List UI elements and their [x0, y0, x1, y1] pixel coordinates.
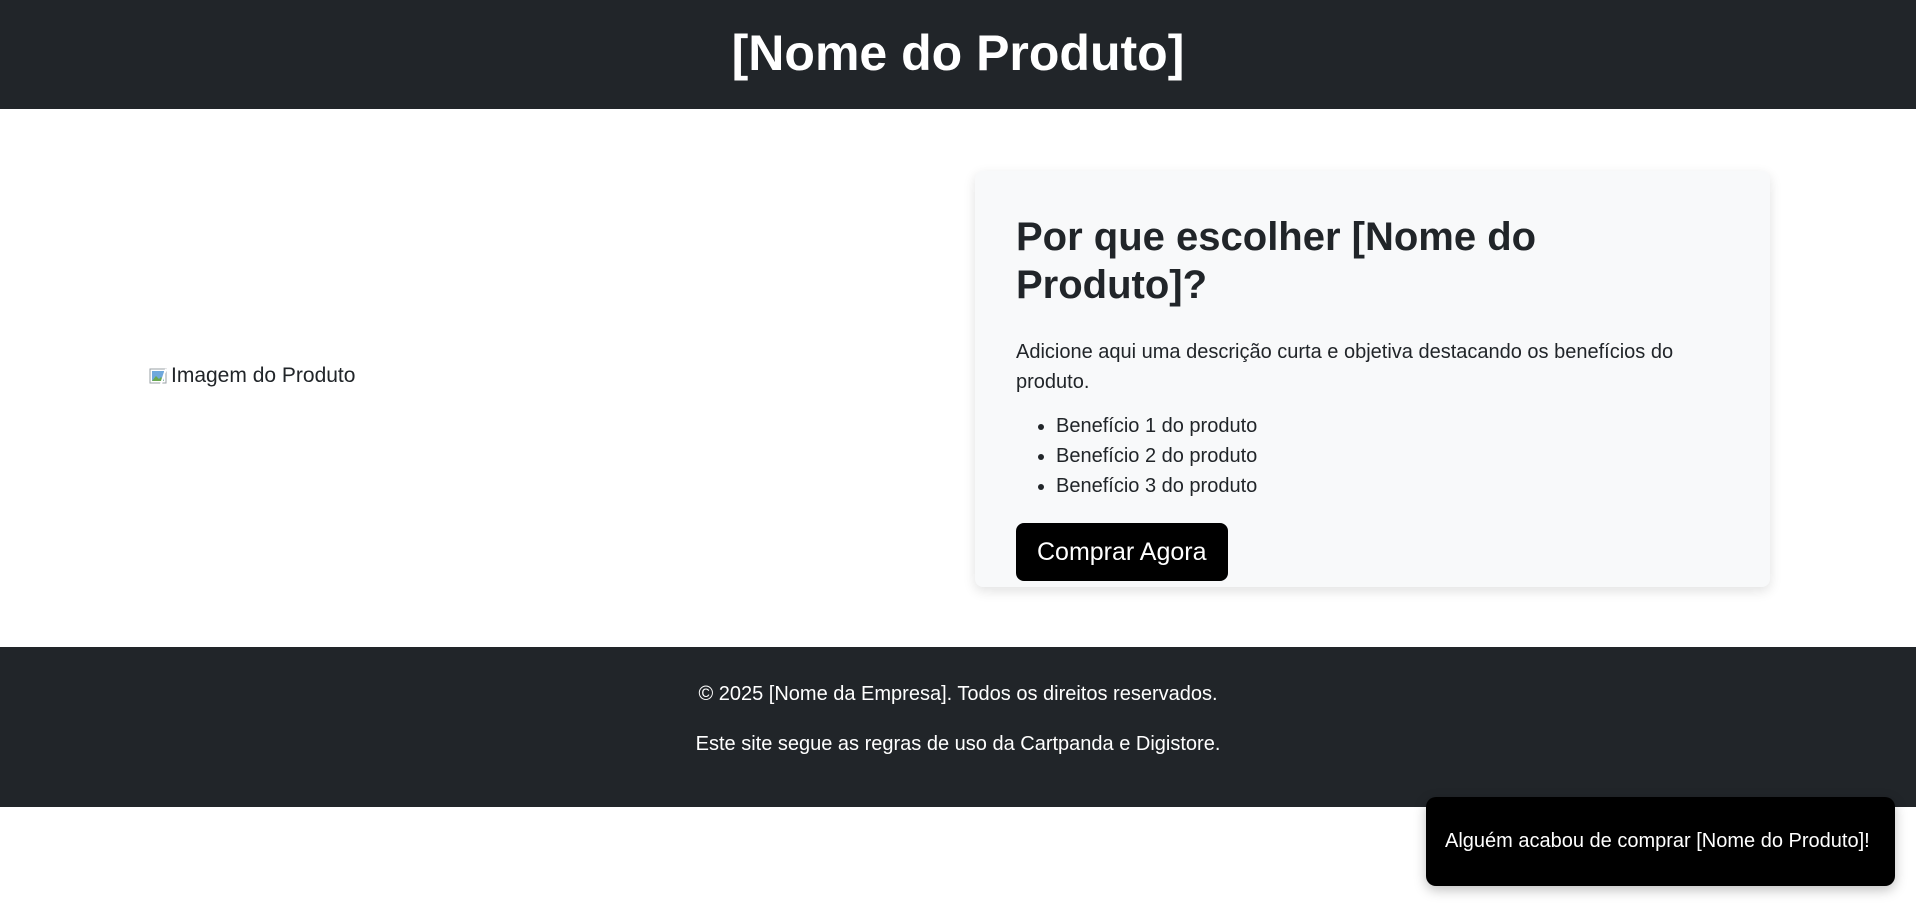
footer-copyright: © 2025 [Nome da Empresa]. Todos os direi… — [698, 683, 1218, 705]
benefits-list: Benefício 1 do produto Benefício 2 do pr… — [1016, 411, 1729, 501]
toast-message: Alguém acabou de comprar [Nome do Produt… — [1445, 830, 1870, 852]
product-info-card: Por que escolher [Nome do Produto]? Adic… — [975, 171, 1770, 587]
main-section: Imagem do Produto Por que escolher [Nome… — [0, 109, 1916, 647]
product-image: Imagem do Produto — [149, 364, 355, 388]
benefit-item: Benefício 2 do produto — [1056, 441, 1729, 471]
site-footer: © 2025 [Nome da Empresa]. Todos os direi… — [0, 647, 1916, 807]
page-title: [Nome do Produto] — [731, 24, 1185, 81]
card-heading: Por que escolher [Nome do Produto]? — [1016, 215, 1537, 307]
broken-image-icon — [149, 366, 170, 387]
site-header: [Nome do Produto] — [0, 0, 1916, 109]
footer-notice: Este site segue as regras de uso da Cart… — [695, 733, 1221, 755]
buy-now-button[interactable]: Comprar Agora — [1016, 523, 1228, 581]
benefit-item: Benefício 3 do produto — [1056, 471, 1729, 501]
purchase-notification-toast: Alguém acabou de comprar [Nome do Produt… — [1426, 797, 1895, 886]
benefit-item: Benefício 1 do produto — [1056, 411, 1729, 441]
product-image-alt-text: Imagem do Produto — [171, 364, 356, 387]
product-description: Adicione aqui uma descrição curta e obje… — [1016, 341, 1674, 393]
